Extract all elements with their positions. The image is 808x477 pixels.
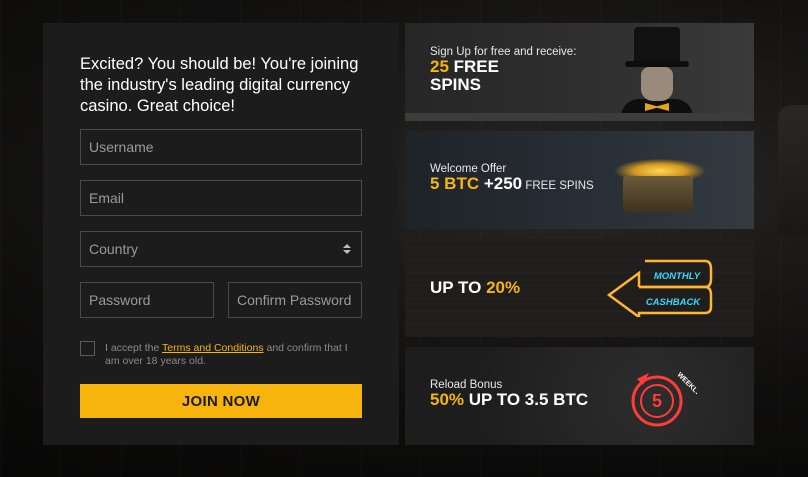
terms-prefix: I accept the (105, 342, 163, 354)
confirm-password-input[interactable] (228, 282, 362, 318)
background-figure (778, 105, 808, 235)
neon-cashback-text: CASHBACK (646, 297, 702, 308)
email-input[interactable] (80, 180, 362, 216)
select-arrows-icon (343, 244, 351, 254)
promo-reload-percent: 50% (430, 390, 465, 409)
terms-link[interactable]: Terms and Conditions (162, 342, 264, 354)
weekly-reload-badge-icon: 5 WEEKLY RELOAD (631, 371, 697, 427)
top-hat-icon (634, 27, 680, 65)
promo-free-spins-spins: SPINS (430, 75, 482, 94)
terms-text: I accept the Terms and Conditions and co… (105, 342, 365, 368)
promo-cashback-percent: 20% (486, 278, 521, 297)
neon-monthly-text: MONTHLY (654, 271, 702, 282)
country-select-label: Country (89, 241, 139, 257)
promo-welcome-plus: +250 (479, 174, 523, 193)
promo-welcome-free-spins: FREE SPINS (522, 180, 594, 192)
svg-text:5: 5 (652, 391, 662, 411)
promo-free-spins-free: FREE (448, 57, 499, 76)
terms-checkbox[interactable] (80, 341, 95, 356)
treasure-chest-icon (623, 176, 693, 212)
country-select[interactable]: Country (80, 231, 362, 267)
dealer-face-illustration (641, 67, 673, 101)
promo-welcome-btc: 5 BTC (430, 174, 480, 193)
promo-free-spins-count: 25 (430, 57, 449, 76)
neon-arrow-icon: MONTHLY CASHBACK (606, 259, 713, 317)
password-input[interactable] (80, 282, 214, 318)
join-now-button[interactable]: JOIN NOW (80, 384, 362, 418)
signup-intro-text: Excited? You should be! You're joining t… (80, 55, 359, 115)
promo-cashback-prefix: UP TO (430, 278, 487, 297)
promo-reload-bonus[interactable]: Reload Bonus 50% UP TO 3.5 BTC 5 WEEKLY … (405, 347, 754, 445)
promo-welcome-offer[interactable]: Welcome Offer 5 BTC +250 FREE SPINS (405, 131, 754, 229)
promo-free-spins[interactable]: Sign Up for free and receive: 25 FREE SP… (405, 23, 754, 121)
signup-form-panel: Excited? You should be! You're joining t… (43, 23, 399, 445)
promo-cashback[interactable]: UP TO 20% MONTHLY CASHBACK (405, 239, 754, 337)
dealer-body-illustration (621, 99, 693, 121)
username-input[interactable] (80, 129, 362, 165)
hat-brim-illustration (625, 61, 689, 67)
promo-reload-amount: UP TO 3.5 BTC (464, 390, 589, 409)
